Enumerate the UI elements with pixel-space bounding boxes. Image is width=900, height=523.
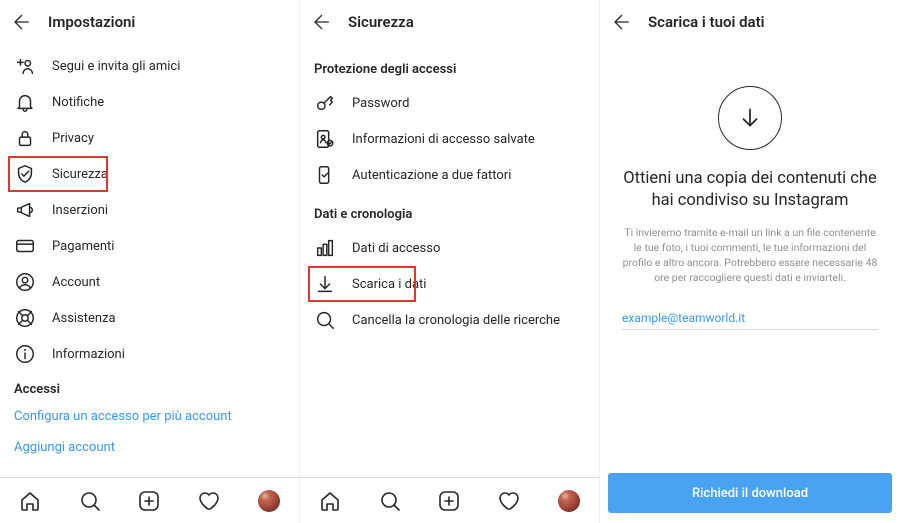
settings-item-security[interactable]: Sicurezza: [0, 156, 299, 192]
bottom-nav: [300, 477, 599, 523]
access-header: Accessi: [0, 372, 299, 401]
saved-login-icon: [314, 128, 336, 150]
search-nav-icon[interactable]: [377, 488, 403, 514]
label: Informazioni: [52, 347, 285, 362]
request-download-button[interactable]: Richiedi il download: [608, 473, 892, 513]
page-title: Impostazioni: [48, 13, 135, 31]
multi-account-link[interactable]: Configura un accesso per più account: [0, 401, 299, 432]
page-title: Scarica i tuoi dati: [648, 13, 765, 31]
new-post-icon[interactable]: [436, 488, 462, 514]
lock-icon: [14, 127, 36, 149]
settings-item-payments[interactable]: Pagamenti: [0, 228, 299, 264]
settings-item-ads[interactable]: Inserzioni: [0, 192, 299, 228]
label: Dati di accesso: [352, 241, 585, 256]
download-heading: Ottieni una copia dei contenuti che hai …: [622, 168, 878, 213]
activity-icon[interactable]: [496, 488, 522, 514]
home-icon[interactable]: [17, 488, 43, 514]
security-item-2fa[interactable]: Autenticazione a due fattori: [300, 157, 599, 193]
label: Privacy: [52, 131, 285, 146]
security-item-clear-history[interactable]: Cancella la cronologia delle ricerche: [300, 302, 599, 338]
label: Segui e invita gli amici: [52, 59, 285, 74]
add-account-link[interactable]: Aggiungi account: [0, 432, 299, 463]
label: Autenticazione a due fattori: [352, 168, 585, 183]
bell-icon: [14, 91, 36, 113]
back-icon[interactable]: [10, 12, 30, 32]
lifebuoy-icon: [14, 307, 36, 329]
download-description: Ti invieremo tramite e-mail un link a un…: [622, 225, 878, 286]
label: Notifiche: [52, 95, 285, 110]
header: Impostazioni: [0, 0, 299, 44]
email-field[interactable]: [622, 307, 878, 330]
key-icon: [314, 92, 336, 114]
label: Assistenza: [52, 311, 285, 326]
settings-item-notifications[interactable]: Notifiche: [0, 84, 299, 120]
label: Pagamenti: [52, 239, 285, 254]
shield-icon: [14, 163, 36, 185]
security-item-access-data[interactable]: Dati di accesso: [300, 230, 599, 266]
settings-item-account[interactable]: Account: [0, 264, 299, 300]
search-history-icon: [314, 309, 336, 331]
two-factor-icon: [314, 164, 336, 186]
label: Cancella la cronologia delle ricerche: [352, 313, 585, 328]
download-hero-icon: [718, 86, 782, 150]
section-data-history: Dati e cronologia: [300, 193, 599, 230]
settings-item-info[interactable]: Informazioni: [0, 336, 299, 372]
settings-list: Segui e invita gli amici Notifiche Priva…: [0, 44, 299, 477]
back-icon[interactable]: [610, 12, 630, 32]
label: Password: [352, 96, 585, 111]
activity-icon[interactable]: [196, 488, 222, 514]
page-title: Sicurezza: [348, 13, 414, 31]
label: Scarica i dati: [352, 277, 585, 292]
new-post-icon[interactable]: [136, 488, 162, 514]
megaphone-icon: [14, 199, 36, 221]
download-data-screen: Scarica i tuoi dati Ottieni una copia de…: [600, 0, 900, 523]
label: Sicurezza: [52, 167, 285, 182]
label: Account: [52, 275, 285, 290]
header: Scarica i tuoi dati: [600, 0, 900, 44]
profile-nav-icon[interactable]: [256, 488, 282, 514]
security-list: Protezione degli accessi Password Inform…: [300, 44, 599, 477]
download-content: Ottieni una copia dei contenuti che hai …: [600, 44, 900, 523]
section-login-protection: Protezione degli accessi: [300, 48, 599, 85]
card-icon: [14, 235, 36, 257]
settings-item-follow-invite[interactable]: Segui e invita gli amici: [0, 48, 299, 84]
settings-item-privacy[interactable]: Privacy: [0, 120, 299, 156]
download-icon: [314, 273, 336, 295]
settings-item-help[interactable]: Assistenza: [0, 300, 299, 336]
profile-nav-icon[interactable]: [556, 488, 582, 514]
security-item-download-data[interactable]: Scarica i dati: [300, 266, 599, 302]
security-screen: Sicurezza Protezione degli accessi Passw…: [300, 0, 600, 523]
home-icon[interactable]: [317, 488, 343, 514]
security-item-saved-login[interactable]: Informazioni di accesso salvate: [300, 121, 599, 157]
security-item-password[interactable]: Password: [300, 85, 599, 121]
bar-chart-icon: [314, 237, 336, 259]
label: Inserzioni: [52, 203, 285, 218]
settings-screen: Impostazioni Segui e invita gli amici No…: [0, 0, 300, 523]
info-icon: [14, 343, 36, 365]
user-circle-icon: [14, 271, 36, 293]
add-friend-icon: [14, 55, 36, 77]
search-nav-icon[interactable]: [77, 488, 103, 514]
bottom-nav: [0, 477, 299, 523]
label: Informazioni di accesso salvate: [352, 132, 585, 147]
back-icon[interactable]: [310, 12, 330, 32]
header: Sicurezza: [300, 0, 599, 44]
